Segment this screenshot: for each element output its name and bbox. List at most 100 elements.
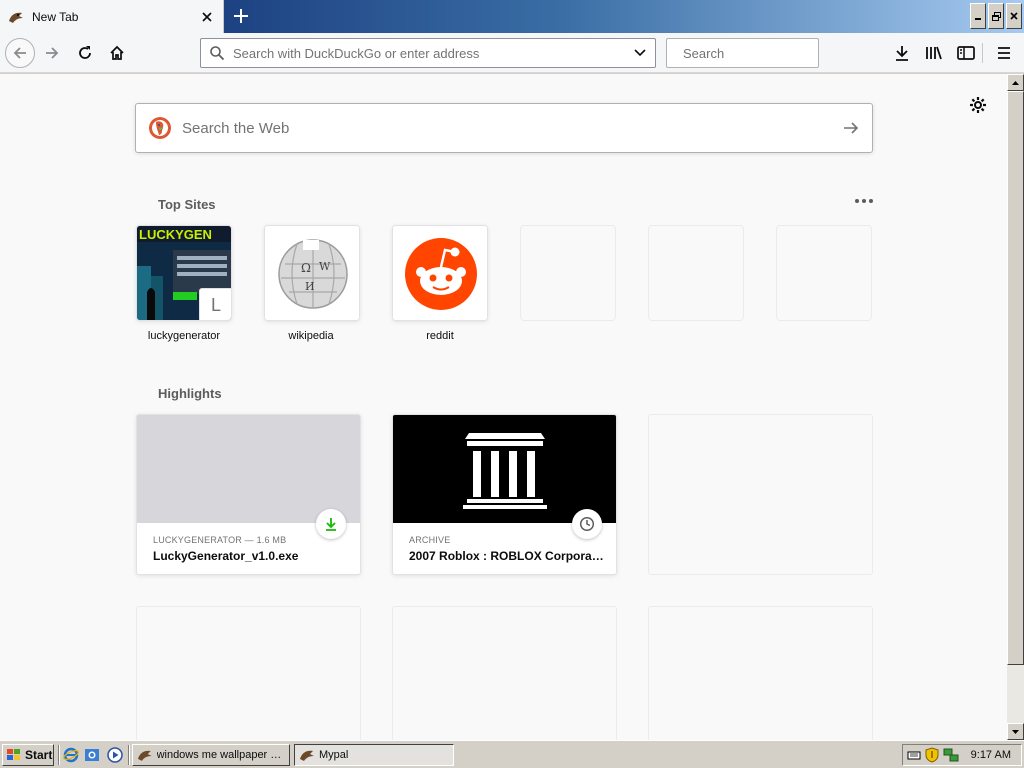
minimize-button[interactable] [970,3,986,29]
vertical-scrollbar[interactable] [1007,74,1024,740]
close-window-button[interactable] [1006,3,1022,29]
taskbar: Start windows me wallpaper at... Mypal 9… [0,740,1024,768]
forward-button[interactable] [38,39,66,67]
ie-quicklaunch[interactable] [62,746,80,764]
thumb-text: LUCKYGEN [139,227,212,242]
search-bar[interactable] [666,38,859,68]
top-site-tile-empty [776,225,872,321]
start-button[interactable]: Start [2,744,54,766]
download-badge [316,509,346,539]
internet-explorer-icon [63,747,79,763]
system-tray: 9:17 AM [902,744,1022,766]
outlook-express-icon [85,749,99,761]
taskbar-separator [128,745,130,765]
open-menu-button[interactable] [990,39,1018,67]
mypal-browser-icon [9,12,23,23]
highlight-card-empty [648,606,873,740]
scroll-up-button[interactable] [1007,74,1024,91]
highlights-heading: Highlights [158,386,222,401]
arrow-up-icon [1012,80,1019,85]
arrow-down-icon [1012,729,1019,734]
customize-button[interactable] [967,94,989,116]
top-site-tile-wikipedia[interactable]: Ω W И [264,225,360,321]
restore-button[interactable] [988,3,1004,29]
web-search-input[interactable] [182,119,842,137]
plus-icon [234,9,248,23]
new-tab-button[interactable] [226,2,256,30]
url-bar[interactable] [200,38,656,68]
windows-logo-icon [7,749,20,760]
security-shield-icon[interactable] [925,747,939,763]
top-site-label[interactable]: luckygenerator [124,330,244,342]
top-site-tile-reddit[interactable] [392,225,488,321]
mypal-browser-icon [300,750,314,761]
fallback-letter: L [199,288,231,320]
task-label: Mypal [319,749,349,761]
window-controls [970,3,1022,29]
reddit-alien-icon [393,226,487,320]
svg-text:Ω: Ω [301,261,311,275]
scroll-down-button[interactable] [1007,723,1024,740]
sidebar-button[interactable] [952,39,980,67]
dot [862,199,866,203]
start-label: Start [25,748,53,762]
sidebar-icon [957,46,975,60]
search-input[interactable] [683,45,859,61]
top-site-tile-luckygenerator[interactable]: LUCKYGEN L [136,225,232,321]
highlight-card-empty [392,606,617,740]
duckduckgo-icon [149,117,171,139]
highlight-card-download[interactable]: LUCKYGENERATOR — 1.6 MB LuckyGenerator_v… [136,414,361,575]
gear-icon [970,97,986,113]
arrow-right-icon[interactable] [842,119,860,137]
hamburger-menu-icon [998,47,1010,59]
toolbar-separator [982,43,983,63]
highlight-card-empty [648,414,873,575]
downloads-button[interactable] [888,39,916,67]
library-button[interactable] [920,39,948,67]
dot [869,199,873,203]
url-input[interactable] [233,45,633,61]
dot [855,199,859,203]
minimize-icon [975,18,981,20]
card-meta: ARCHIVE [409,535,451,545]
back-button[interactable] [5,38,35,68]
top-sites-more-button[interactable] [852,192,876,210]
back-arrow-icon [13,47,26,59]
internet-archive-logo [463,433,547,509]
navigation-toolbar [0,33,1024,73]
reload-icon [79,46,91,59]
network-icon[interactable] [943,748,959,762]
reload-button[interactable] [71,39,99,67]
close-tab-icon[interactable] [199,9,215,25]
top-site-tile-empty [648,225,744,321]
top-site-tile-empty [520,225,616,321]
top-sites-heading: Top Sites [158,197,216,212]
keyboard-icon[interactable] [907,748,921,762]
scroll-thumb[interactable] [1007,91,1024,665]
svg-text:W: W [319,260,331,273]
top-site-label[interactable]: reddit [380,330,500,342]
close-icon [1010,12,1018,20]
web-search-box[interactable] [135,103,873,153]
mypal-browser-icon [137,750,152,761]
task-label: windows me wallpaper at... [156,749,285,761]
new-tab-page: Top Sites LUCKYGEN L luckygenerator Ω [0,74,1007,740]
outlook-express-quicklaunch[interactable] [83,746,101,764]
search-icon [210,46,225,61]
history-badge [572,509,602,539]
home-button[interactable] [103,39,131,67]
taskbar-task-wallpaper[interactable]: windows me wallpaper at... [132,744,290,766]
forward-arrow-icon [46,47,59,59]
chevron-down-icon[interactable] [633,46,647,60]
taskbar-separator [58,745,60,765]
card-image [393,415,616,523]
restore-icon [991,11,1001,21]
top-site-label[interactable]: wikipedia [251,330,371,342]
tab-title: New Tab [32,9,79,24]
card-image-placeholder [137,415,360,523]
media-player-quicklaunch[interactable] [106,746,124,764]
tab-new-tab[interactable]: New Tab [0,0,224,33]
highlight-card-archive[interactable]: ARCHIVE 2007 Roblox : ROBLOX Corporat... [392,414,617,575]
taskbar-task-mypal[interactable]: Mypal [294,744,454,766]
clock[interactable]: 9:17 AM [971,749,1011,761]
